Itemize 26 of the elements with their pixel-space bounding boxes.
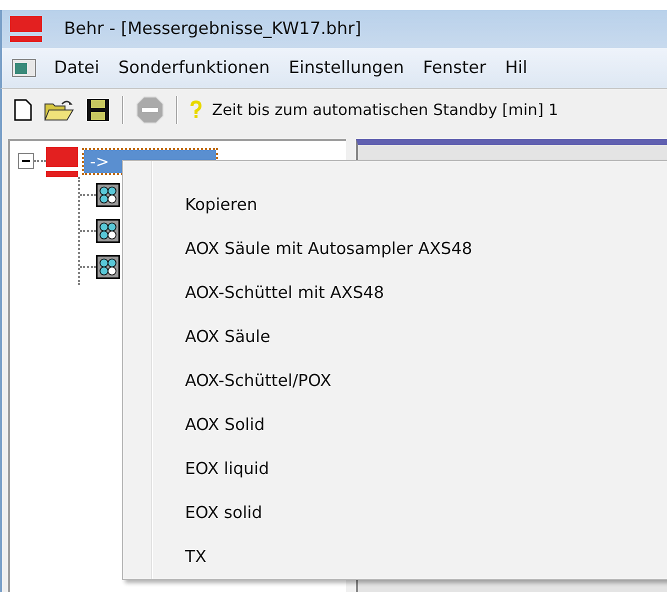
context-menu-item[interactable]: EOX liquid	[185, 447, 667, 491]
menu-item[interactable]: Fenster	[417, 58, 500, 78]
context-menu-item[interactable]: EOX solid	[185, 491, 667, 535]
menu-item[interactable]: Einstellungen	[282, 58, 417, 78]
module-grid-icon[interactable]	[96, 216, 120, 246]
window-title: Behr - [Messergebnisse_KW17.bhr]	[64, 19, 362, 39]
app-window-icon[interactable]	[12, 59, 36, 77]
collapse-toggle[interactable]	[18, 153, 34, 169]
menu-item[interactable]: Hil	[499, 58, 540, 78]
open-folder-icon[interactable]	[44, 99, 74, 121]
context-menu-item[interactable]: AOX Solid	[185, 403, 667, 447]
flag-node-icon	[46, 145, 78, 177]
context-menu-item[interactable]: AOX Säule mit Autosampler AXS48	[185, 227, 667, 271]
flag-logo-icon	[10, 16, 42, 42]
standby-timer-label: Zeit bis zum automatischen Standby [min] 1	[212, 101, 558, 119]
module-grid-icon[interactable]	[96, 252, 120, 282]
context-menu-item[interactable]: AOX Säule	[185, 315, 667, 359]
menu-item[interactable]: Datei	[48, 58, 112, 78]
save-icon[interactable]	[86, 98, 110, 122]
module-grid-icon[interactable]	[96, 180, 120, 210]
context-menu-item[interactable]: AOX-Schüttel mit AXS48	[185, 271, 667, 315]
context-menu-item[interactable]: TX	[185, 535, 667, 579]
new-document-icon[interactable]	[14, 99, 32, 121]
menu-item[interactable]: Sonderfunktionen	[112, 58, 283, 78]
context-menu-item[interactable]: Kopieren	[185, 183, 667, 227]
context-menu-item[interactable]: AOX-Schüttel/POX	[185, 359, 667, 403]
